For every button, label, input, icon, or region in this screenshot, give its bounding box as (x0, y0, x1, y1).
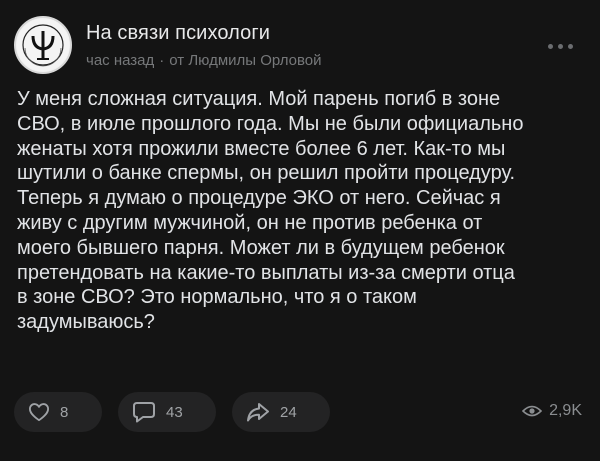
shares-count: 24 (280, 403, 297, 421)
post-meta: час назад · от Людмилы Орловой (86, 52, 322, 69)
post-actions: 8 43 24 2,9K (14, 392, 586, 434)
post-header: На связи психологи час назад · от Людмилы … (14, 16, 584, 76)
like-button[interactable]: 8 (14, 392, 102, 432)
views-count: 2,9K (549, 402, 582, 419)
post-time[interactable]: час назад (86, 52, 154, 69)
psychology-psi-logo-icon (17, 19, 69, 71)
eye-icon (522, 405, 543, 417)
post-card: На связи психологи час назад · от Людмилы … (0, 0, 600, 461)
views-counter: 2,9K (522, 402, 582, 420)
share-arrow-icon (247, 403, 269, 422)
group-name[interactable]: На связи психологи (86, 22, 270, 45)
comment-icon (133, 402, 155, 423)
post-text: У меня сложная ситуация. Мой парень поги… (17, 88, 524, 334)
heart-icon (28, 403, 49, 422)
comments-count: 43 (166, 403, 183, 421)
more-options-icon[interactable] (548, 44, 574, 52)
comment-button[interactable]: 43 (118, 392, 216, 432)
meta-separator: · (159, 52, 165, 69)
post-author[interactable]: от Людмилы Орловой (169, 52, 321, 69)
group-avatar[interactable] (14, 16, 72, 74)
likes-count: 8 (60, 403, 69, 421)
share-button[interactable]: 24 (232, 392, 330, 432)
